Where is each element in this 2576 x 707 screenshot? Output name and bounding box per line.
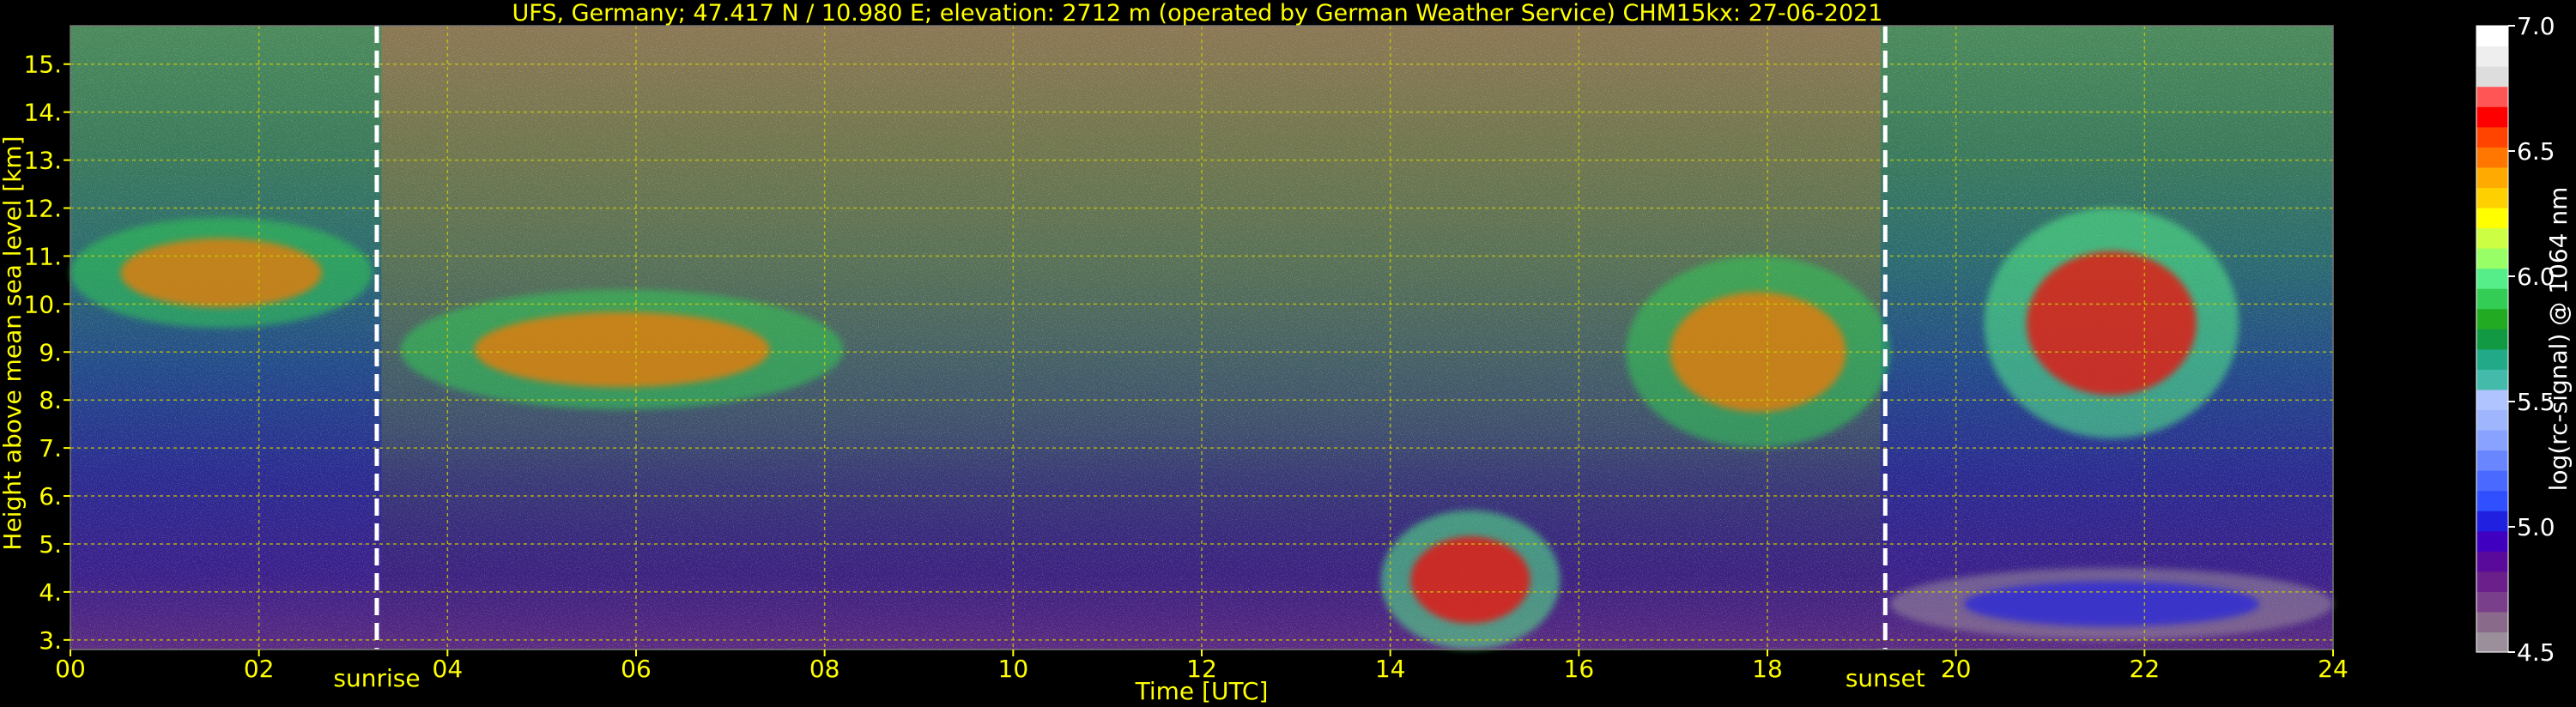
y-tick-label: 6. xyxy=(39,482,62,511)
colorbar-swatch xyxy=(2476,369,2508,390)
y-tick-label: 9. xyxy=(39,338,62,366)
colorbar: 4.55.05.56.06.57.0 xyxy=(2476,12,2555,667)
x-axis-label: Time [UTC] xyxy=(1135,677,1269,705)
colorbar-swatch xyxy=(2476,288,2508,310)
feature-cirrus xyxy=(70,217,373,329)
colorbar-swatch xyxy=(2476,26,2508,47)
x-tick-label: 06 xyxy=(621,655,652,683)
y-tick-label: 10. xyxy=(23,290,62,318)
chart-title: UFS, Germany; 47.417 N / 10.980 E; eleva… xyxy=(512,0,1883,27)
y-axis-label: Height above mean sea level [km] xyxy=(0,136,27,550)
colorbar-swatch xyxy=(2476,329,2508,350)
colorbar-swatch xyxy=(2476,86,2508,107)
x-tick-label: 08 xyxy=(809,655,840,683)
colorbar-swatch xyxy=(2476,147,2508,168)
colorbar-swatch xyxy=(2476,530,2508,552)
colorbar-swatch xyxy=(2476,207,2508,229)
x-tick-label: 14 xyxy=(1375,655,1406,683)
colorbar-label: log(rc-signal) @ 1064 nm xyxy=(2544,187,2573,492)
colorbar-swatch xyxy=(2476,571,2508,592)
colorbar-swatch xyxy=(2476,450,2508,471)
colorbar-swatch xyxy=(2476,66,2508,88)
y-tick-label: 5. xyxy=(39,530,62,559)
colorbar-swatch xyxy=(2476,611,2508,633)
feature-cirrus xyxy=(1984,208,2240,438)
x-tick-label: 16 xyxy=(1564,655,1595,683)
colorbar-swatch xyxy=(2476,308,2508,329)
colorbar-swatch xyxy=(2476,348,2508,370)
colorbar-tick-label: 7.0 xyxy=(2517,12,2555,40)
y-tick-label: 14. xyxy=(23,99,62,127)
colorbar-swatch xyxy=(2476,409,2508,431)
colorbar-swatch xyxy=(2476,268,2508,289)
y-tick-label: 12. xyxy=(23,195,62,223)
x-tick-label: 22 xyxy=(2130,655,2161,683)
y-tick-label: 15. xyxy=(23,51,62,79)
colorbar-swatch xyxy=(2476,248,2508,269)
colorbar-swatch xyxy=(2476,511,2508,532)
colorbar-swatch xyxy=(2476,490,2508,511)
colorbar-tick-label: 6.5 xyxy=(2517,137,2555,166)
colorbar-swatch xyxy=(2476,227,2508,249)
colorbar-swatch xyxy=(2476,591,2508,613)
x-tick-label: 18 xyxy=(1752,655,1783,683)
colorbar-swatch xyxy=(2476,45,2508,67)
colorbar-swatch xyxy=(2476,470,2508,492)
colorbar-swatch xyxy=(2476,389,2508,411)
x-tick-label: 20 xyxy=(1941,655,1972,683)
colorbar-swatch xyxy=(2476,126,2508,148)
colorbar-swatch xyxy=(2476,106,2508,128)
colorbar-tick-label: 5.0 xyxy=(2517,513,2555,541)
marker-label-sunset: sunset xyxy=(1846,664,1925,692)
x-tick-label: 10 xyxy=(998,655,1029,683)
y-tick-label: 7. xyxy=(39,434,62,462)
colorbar-tick-label: 4.5 xyxy=(2517,638,2555,667)
marker-label-sunrise: sunrise xyxy=(333,664,420,692)
x-tick-label: 00 xyxy=(55,655,86,683)
feature-convective xyxy=(1380,510,1561,650)
colorbar-swatch xyxy=(2476,429,2508,451)
colorbar-swatch xyxy=(2476,187,2508,208)
y-tick-label: 4. xyxy=(39,578,62,607)
colorbar-swatch xyxy=(2476,551,2508,572)
feature-cirrus xyxy=(400,289,844,410)
x-tick-label: 24 xyxy=(2318,655,2349,683)
y-tick-label: 11. xyxy=(23,242,62,270)
colorbar-swatch xyxy=(2476,631,2508,653)
y-tick-label: 13. xyxy=(23,147,62,175)
ceilometer-chart: sunrise sunset 00 02 04 06 08 10 12 14 16 18 20 22 24… xyxy=(0,0,2573,705)
x-tick-label: 04 xyxy=(433,655,464,683)
y-tick-label: 3. xyxy=(39,626,62,655)
x-tick-label: 02 xyxy=(244,655,275,683)
y-tick-label: 8. xyxy=(39,386,62,414)
colorbar-swatch xyxy=(2476,166,2508,188)
